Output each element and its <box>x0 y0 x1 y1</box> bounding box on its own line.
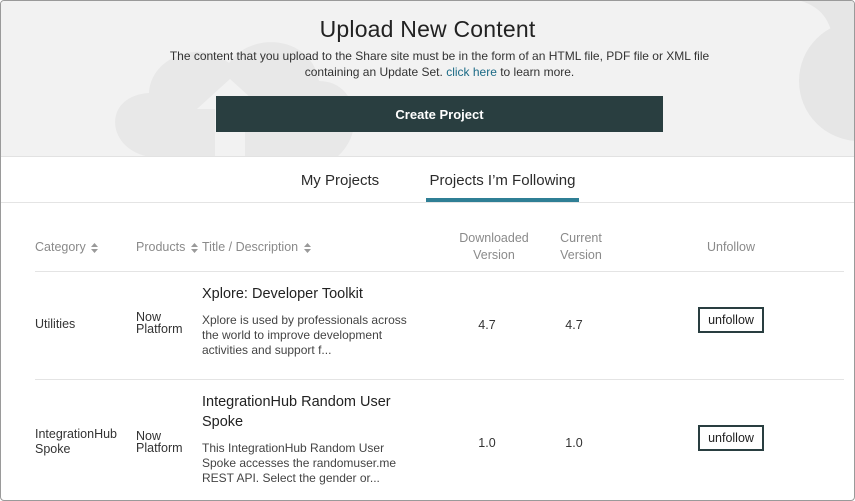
title-line: IntegrationHub Random User <box>202 394 391 410</box>
sort-icon <box>91 242 99 253</box>
row-divider <box>35 271 844 272</box>
upload-description: The content that you upload to the Share… <box>151 48 728 80</box>
row-category: Utilities <box>35 317 75 332</box>
unfollow-button[interactable]: unfollow <box>698 307 764 333</box>
row-products: Now Platform <box>136 430 183 455</box>
category-line: Spoke <box>35 442 71 456</box>
column-label: Category <box>35 240 86 254</box>
column-header-category[interactable]: Category <box>35 239 99 256</box>
page-title: Upload New Content <box>319 16 536 42</box>
column-header-downloaded-version: Downloaded Version <box>447 230 541 264</box>
tab-my-projects[interactable]: My Projects <box>289 172 391 203</box>
column-label-line: Downloaded <box>459 231 529 245</box>
desc-line: REST API. Select the gender or... <box>202 471 380 485</box>
desc-line: Spoke accesses the randomuser.me <box>202 456 397 470</box>
sort-icon <box>303 242 311 253</box>
column-header-products[interactable]: Products <box>136 239 198 256</box>
category-line: Utilities <box>35 317 76 331</box>
column-header-current-version: Current Version <box>541 230 621 264</box>
project-title-link[interactable]: Xplore: Developer Toolkit <box>202 284 363 304</box>
desc-line: the world to improve development <box>202 328 383 342</box>
column-label-line: Version <box>560 248 602 262</box>
sort-icon <box>190 242 198 253</box>
active-tab-indicator <box>426 198 579 202</box>
description-suffix: to learn more. <box>496 65 575 79</box>
column-label-line: Current <box>560 231 602 245</box>
project-title-link[interactable]: IntegrationHub Random User Spoke <box>202 392 391 432</box>
column-label: Title / Description <box>202 240 299 254</box>
row-category: IntegrationHub Spoke <box>35 427 117 457</box>
page-frame: Upload New Content The content that you … <box>0 0 855 501</box>
column-header-title[interactable]: Title / Description <box>202 239 311 256</box>
project-description: Xplore is used by professionals across t… <box>202 313 407 358</box>
title-line: Xplore: Developer Toolkit <box>202 286 363 302</box>
project-tabs: My Projects Projects I’m Following <box>1 158 854 203</box>
create-project-button[interactable]: Create Project <box>216 96 663 132</box>
category-line: IntegrationHub <box>35 427 118 441</box>
column-label-line: Version <box>473 248 515 262</box>
upload-header: Upload New Content The content that you … <box>1 1 854 157</box>
desc-line: This IntegrationHub Random User <box>202 441 385 455</box>
product-line: Platform <box>136 322 183 336</box>
title-line: Spoke <box>202 414 244 430</box>
column-header-unfollow: Unfollow <box>707 240 755 254</box>
current-version: 1.0 <box>565 436 583 450</box>
current-version: 4.7 <box>565 318 583 332</box>
learn-more-link[interactable]: click here <box>446 65 497 79</box>
row-products: Now Platform <box>136 311 183 336</box>
desc-line: activities and support f... <box>202 343 332 357</box>
downloaded-version: 1.0 <box>478 436 496 450</box>
unfollow-button[interactable]: unfollow <box>698 425 764 451</box>
column-label: Products <box>136 240 186 254</box>
row-divider <box>35 379 844 380</box>
project-description: This IntegrationHub Random User Spoke ac… <box>202 441 396 486</box>
description-text: The content that you upload to the Share… <box>169 49 710 79</box>
desc-line: Xplore is used by professionals across <box>202 313 407 327</box>
downloaded-version: 4.7 <box>478 318 496 332</box>
product-line: Platform <box>136 441 183 455</box>
